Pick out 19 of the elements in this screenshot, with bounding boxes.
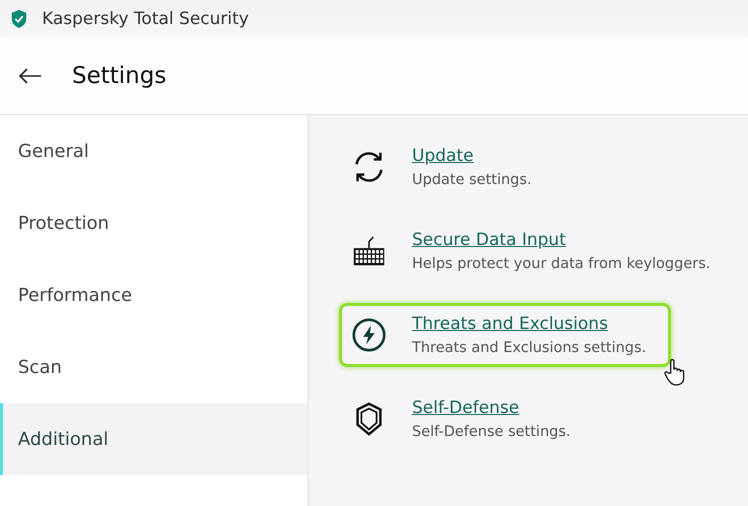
sidebar-item[interactable]: Protection (0, 187, 307, 259)
page-title: Settings (72, 63, 166, 89)
back-arrow-icon[interactable] (18, 68, 42, 84)
hand-cursor-icon (664, 358, 686, 386)
sidebar-item[interactable]: Scan (0, 331, 307, 403)
lightning-icon (350, 316, 388, 354)
window-title: Kaspersky Total Security (42, 9, 249, 29)
sidebar-item[interactable]: Performance (0, 259, 307, 331)
section-link[interactable]: Update (412, 146, 474, 166)
sidebar-item[interactable]: General (0, 115, 307, 187)
section-description: Self-Defense settings. (412, 424, 571, 440)
section-description: Threats and Exclusions settings. (412, 340, 646, 356)
shield-check-icon (10, 9, 28, 29)
sidebar-item[interactable]: Additional (0, 403, 307, 475)
section-link[interactable]: Secure Data Input (412, 230, 566, 250)
section-description: Update settings. (412, 172, 532, 188)
section-description: Helps protect your data from keyloggers. (412, 256, 710, 272)
section-link[interactable]: Self-Defense (412, 398, 520, 418)
section-link[interactable]: Threats and Exclusions (412, 314, 608, 334)
